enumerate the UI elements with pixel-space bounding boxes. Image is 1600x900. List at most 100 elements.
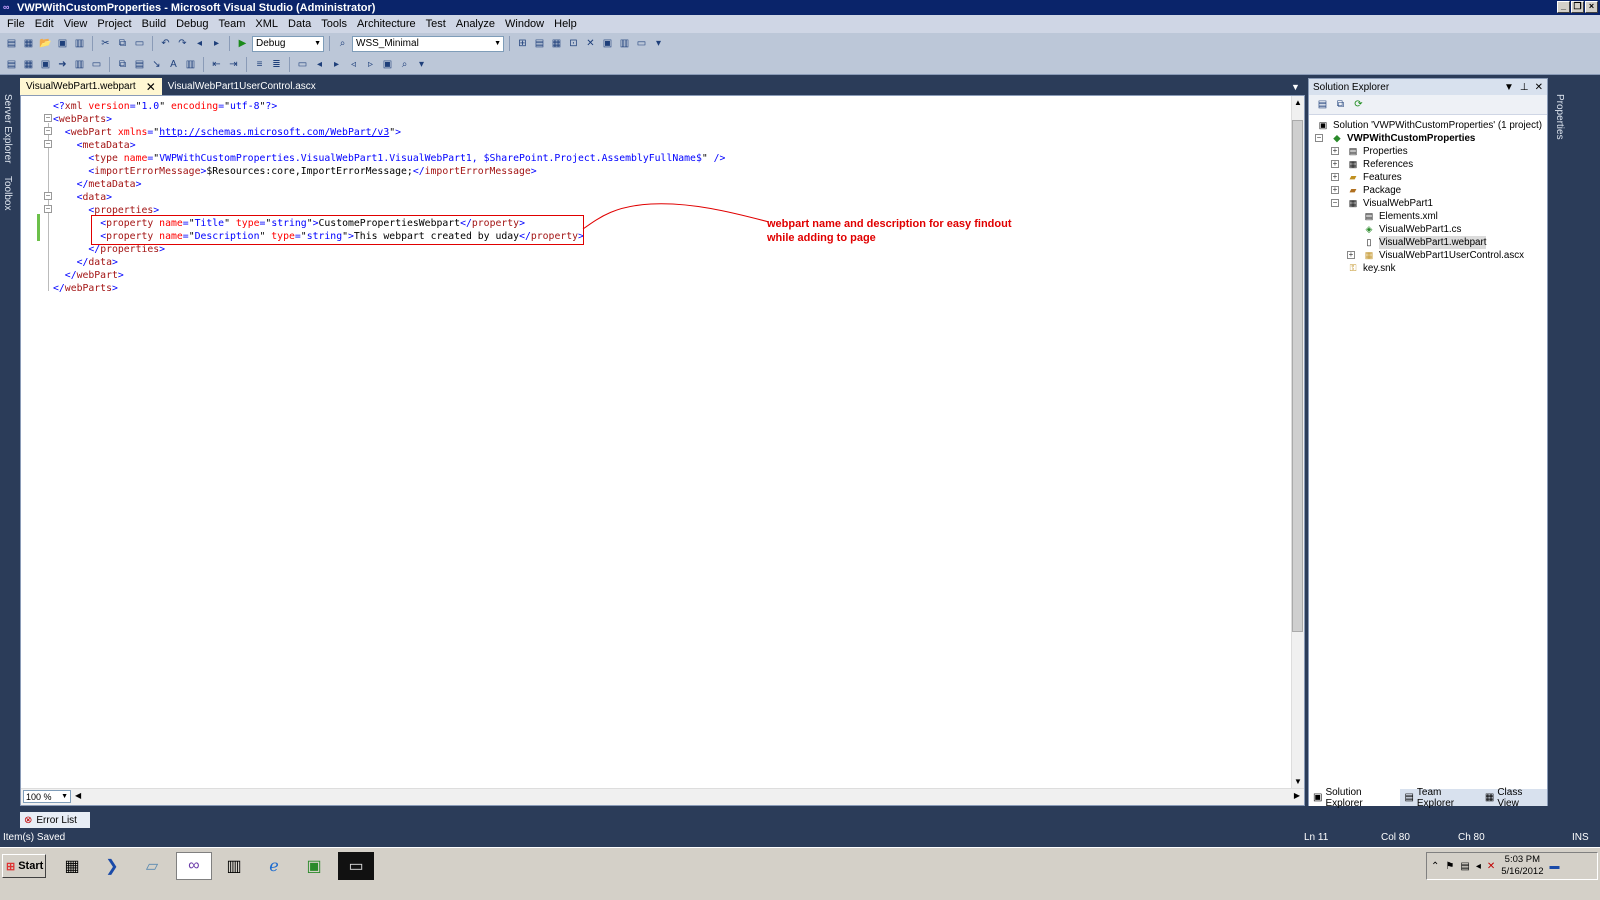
tab-team-explorer[interactable]: ▤ Team Explorer: [1400, 787, 1480, 809]
show-desktop-icon[interactable]: ▬: [1550, 861, 1560, 872]
menu-architecture[interactable]: Architecture: [352, 18, 421, 30]
new-project-icon[interactable]: ▤: [4, 36, 19, 51]
start-debugging-icon[interactable]: ▶: [235, 36, 250, 51]
cut-icon[interactable]: ✂: [98, 36, 113, 51]
create-schema-icon[interactable]: ⧉: [115, 57, 130, 72]
tree-references[interactable]: ▦ References: [1347, 158, 1413, 171]
menu-team[interactable]: Team: [214, 18, 251, 30]
menu-help[interactable]: Help: [549, 18, 582, 30]
menu-file[interactable]: File: [2, 18, 30, 30]
tree-elements-xml[interactable]: ▤ Elements.xml: [1363, 210, 1438, 223]
close-button[interactable]: ×: [1585, 1, 1598, 13]
tab-visualwebpart1-webpart[interactable]: VisualWebPart1.webpart ✕: [20, 78, 162, 95]
properties-window-icon[interactable]: ▤: [532, 36, 547, 51]
save-icon[interactable]: ▣: [55, 36, 70, 51]
find-icon[interactable]: ⌕: [397, 57, 412, 72]
tab-visualwebpart1usercontrol-ascx[interactable]: VisualWebPart1UserControl.ascx: [162, 78, 322, 95]
validate-document-icon[interactable]: ▭: [89, 57, 104, 72]
menu-test[interactable]: Test: [421, 18, 451, 30]
menu-analyze[interactable]: Analyze: [451, 18, 500, 30]
tree-package[interactable]: ▰ Package: [1347, 184, 1402, 197]
decrease-indent-icon[interactable]: ⇤: [209, 57, 224, 72]
volume-icon[interactable]: ◂: [1476, 861, 1481, 872]
menu-edit[interactable]: Edit: [30, 18, 59, 30]
tray-expand-icon[interactable]: ⌃: [1431, 861, 1439, 872]
tree-properties[interactable]: ▤ Properties: [1347, 145, 1408, 158]
menu-build[interactable]: Build: [137, 18, 171, 30]
properties-icon[interactable]: ▤: [1315, 97, 1330, 112]
display-object-member-list-icon[interactable]: ▤: [4, 57, 19, 72]
expand-icon[interactable]: +: [1331, 160, 1339, 168]
network-icon[interactable]: ▤: [1460, 861, 1469, 872]
undo-icon[interactable]: ↶: [158, 36, 173, 51]
solution-configuration-combo[interactable]: Debug ▼: [252, 35, 324, 52]
expand-icon[interactable]: +: [1331, 186, 1339, 194]
server-manager-icon[interactable]: ▦: [54, 852, 90, 880]
window-position-icon[interactable]: ▼: [1504, 82, 1514, 93]
toolbar-options-icon[interactable]: ▾: [414, 57, 429, 72]
clock[interactable]: 5:03 PM 5/16/2012: [1501, 854, 1543, 878]
code-editor[interactable]: − − − − − <?xml version="1.0" encoding="…: [20, 95, 1305, 806]
toolbar-options-icon[interactable]: ▾: [651, 36, 666, 51]
collapse-data-icon[interactable]: −: [44, 192, 52, 200]
debug-xslt-icon[interactable]: ↘: [149, 57, 164, 72]
tree-features[interactable]: ▰ Features: [1347, 171, 1402, 184]
document-list-dropdown-icon[interactable]: ▼: [1291, 82, 1300, 92]
expand-icon[interactable]: +: [1331, 147, 1339, 155]
close-icon[interactable]: ✕: [146, 80, 156, 94]
menu-data[interactable]: Data: [283, 18, 316, 30]
find-combo[interactable]: WSS_Minimal ▼: [352, 35, 504, 52]
tree-visualwebpart1[interactable]: ▦ VisualWebPart1: [1347, 197, 1433, 210]
open-folder-icon[interactable]: 📂: [38, 36, 53, 51]
scroll-right-icon[interactable]: ▶: [1294, 791, 1300, 800]
paste-icon[interactable]: ▭: [132, 36, 147, 51]
previous-bookmark-folder-icon[interactable]: ◃: [346, 57, 361, 72]
redo-icon[interactable]: ↷: [175, 36, 190, 51]
collapse-icon[interactable]: −: [1315, 134, 1323, 142]
server-explorer-tab[interactable]: Server Explorer: [2, 94, 13, 163]
internet-explorer-icon[interactable]: ℯ: [256, 852, 292, 880]
menu-debug[interactable]: Debug: [171, 18, 213, 30]
volume-muted-icon[interactable]: ✕: [1487, 861, 1495, 872]
tree-key-snk[interactable]: ⚿ key.snk: [1347, 262, 1396, 275]
expand-icon[interactable]: +: [1331, 173, 1339, 181]
sharepoint-management-icon[interactable]: ▣: [296, 852, 332, 880]
tree-usercontrol-ascx[interactable]: ▦ VisualWebPart1UserControl.ascx: [1363, 249, 1524, 262]
collapse-webpart-icon[interactable]: −: [44, 127, 52, 135]
increase-indent-icon[interactable]: ⇥: [226, 57, 241, 72]
scroll-left-icon[interactable]: ◀: [75, 791, 81, 800]
properties-tab[interactable]: Properties: [1554, 94, 1565, 140]
display-parameter-info-icon[interactable]: ▦: [21, 57, 36, 72]
tree-visualwebpart1-cs[interactable]: ◈ VisualWebPart1.cs: [1363, 223, 1462, 236]
start-page-icon[interactable]: ▣: [600, 36, 615, 51]
close-icon[interactable]: ✕: [1535, 82, 1543, 93]
schema-link[interactable]: http://schemas.microsoft.com/WebPart/v3: [159, 127, 389, 138]
minimize-button[interactable]: _: [1557, 1, 1570, 13]
menu-view[interactable]: View: [59, 18, 93, 30]
add-item-icon[interactable]: ▦: [21, 36, 36, 51]
previous-bookmark-icon[interactable]: ◂: [312, 57, 327, 72]
collapse-metadata-icon[interactable]: −: [44, 140, 52, 148]
next-bookmark-icon[interactable]: ▸: [329, 57, 344, 72]
restore-button[interactable]: ❐: [1571, 1, 1584, 13]
tree-solution[interactable]: ▣ Solution 'VWPWithCustomProperties' (1 …: [1317, 119, 1542, 132]
show-all-files-icon[interactable]: ⧉: [1333, 97, 1348, 112]
menu-project[interactable]: Project: [92, 18, 136, 30]
tree-project[interactable]: ◆ VWPWithCustomProperties: [1331, 132, 1476, 145]
explorer-icon[interactable]: ▱: [134, 852, 170, 880]
scroll-up-icon[interactable]: ▲: [1294, 98, 1302, 107]
find-in-files-icon[interactable]: ⌕: [335, 36, 350, 51]
display-quick-info-icon[interactable]: ▣: [38, 57, 53, 72]
navigate-forward-icon[interactable]: ▸: [209, 36, 224, 51]
extension-manager-icon[interactable]: ✕: [583, 36, 598, 51]
refresh-icon[interactable]: ⟳: [1351, 97, 1366, 112]
server-explorer-icon[interactable]: ▥: [617, 36, 632, 51]
command-window-icon[interactable]: ▭: [634, 36, 649, 51]
scroll-down-icon[interactable]: ▼: [1294, 777, 1302, 786]
horizontal-scrollbar[interactable]: ◀ ▶: [21, 788, 1304, 805]
toolbox-icon[interactable]: ⊡: [566, 36, 581, 51]
uncomment-lines-icon[interactable]: ≣: [269, 57, 284, 72]
tools-icon[interactable]: ▥: [216, 852, 252, 880]
toggle-bookmark-icon[interactable]: ▥: [72, 57, 87, 72]
object-browser-icon[interactable]: ▦: [549, 36, 564, 51]
